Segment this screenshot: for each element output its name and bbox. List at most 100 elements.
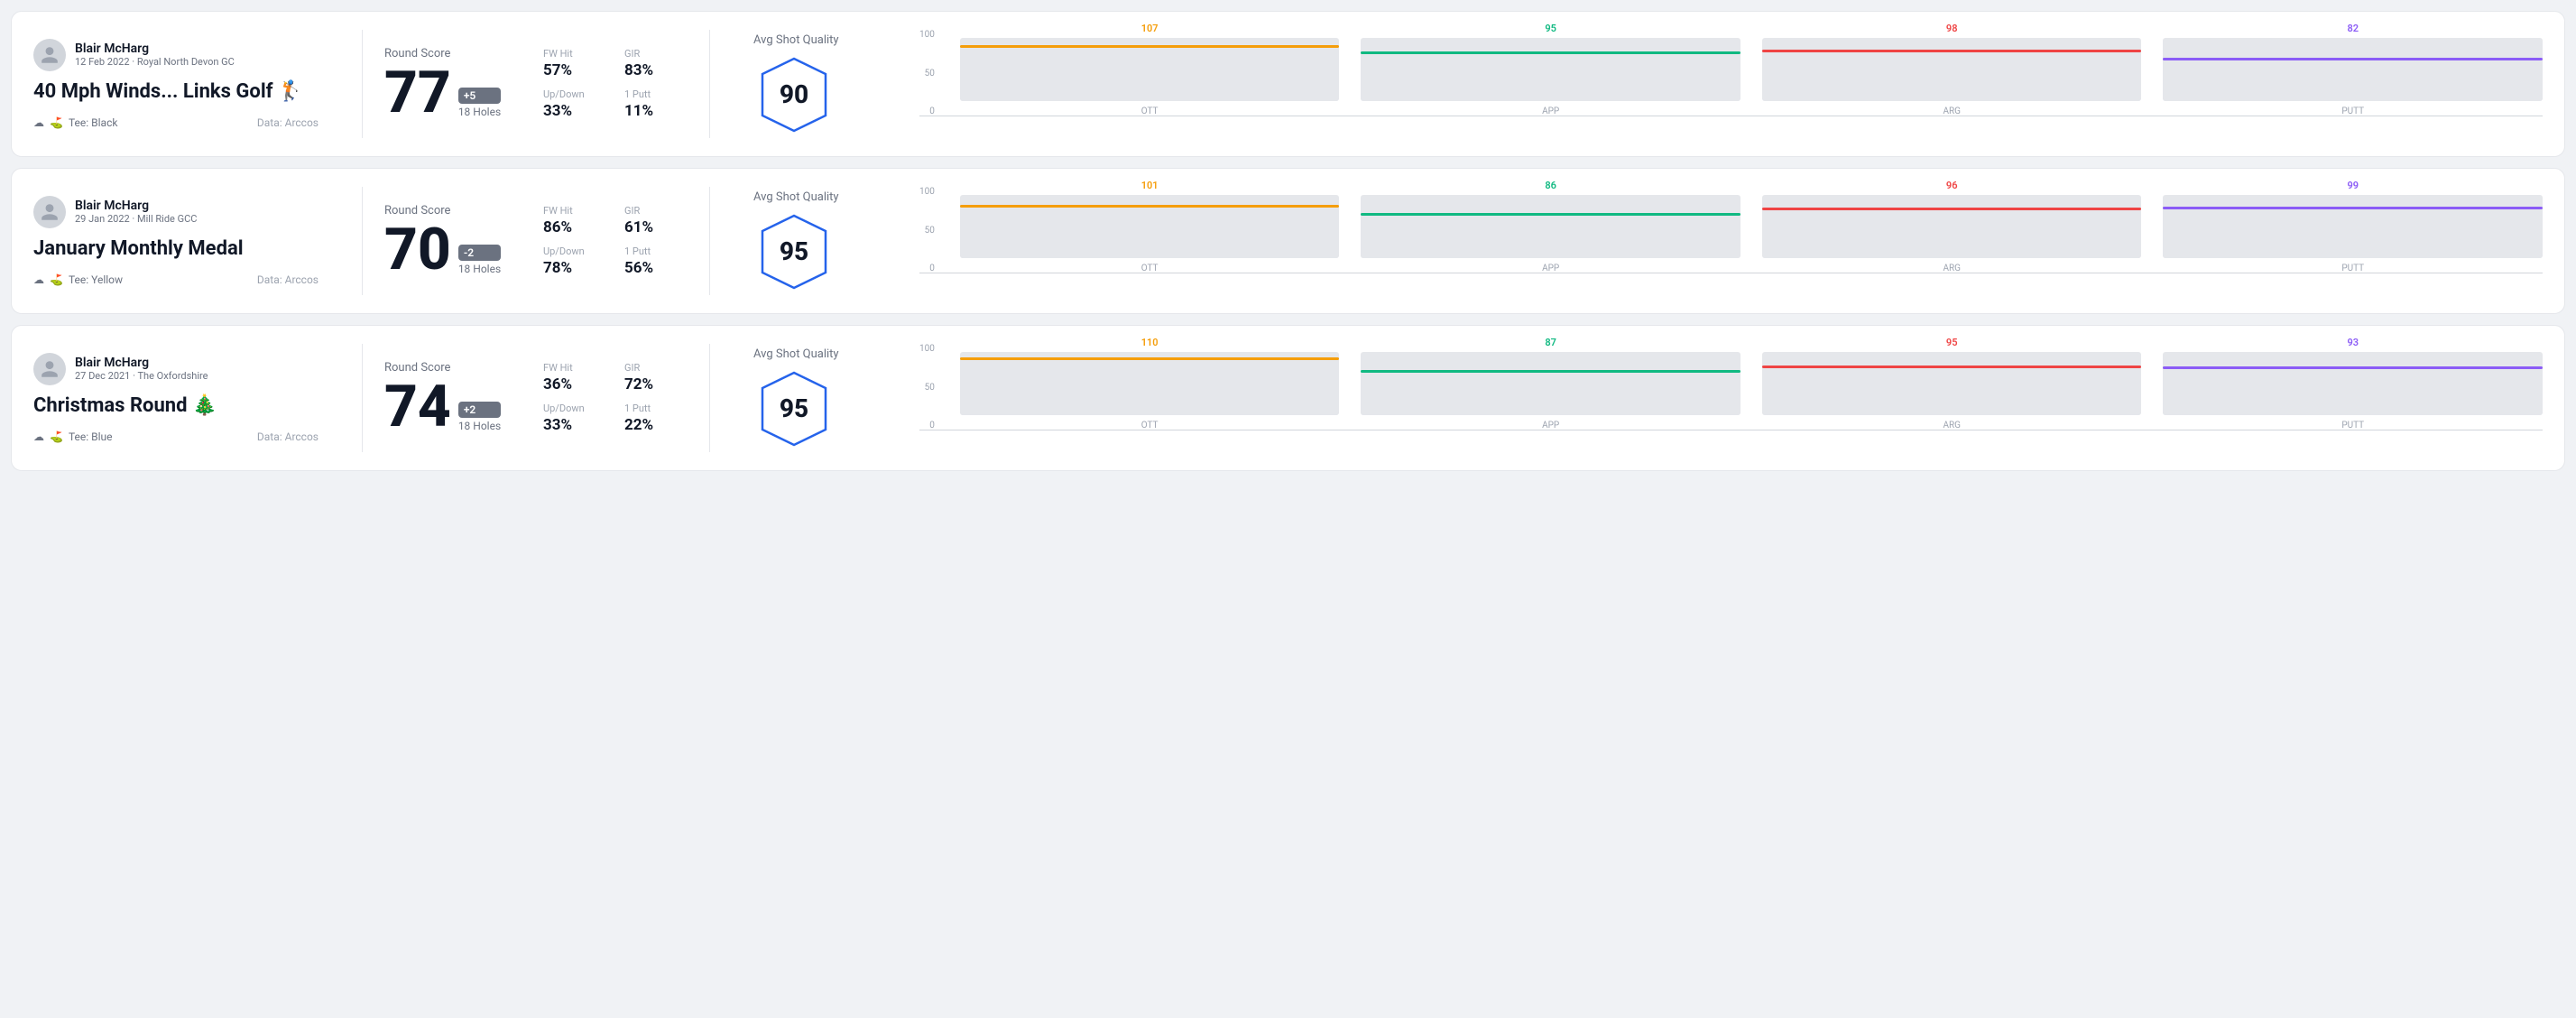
score-badge: -2 <box>458 245 501 261</box>
user-details: Blair McHarg 27 Dec 2021 · The Oxfordshi… <box>75 356 208 382</box>
round-title: Christmas Round 🎄 <box>33 394 319 418</box>
quality-label: Avg Shot Quality <box>753 190 839 204</box>
bar-chart: 100 50 0 101 OTT 86 APP 96 ARG 99 <box>919 187 2543 295</box>
data-source: Data: Arccos <box>257 273 319 286</box>
stats-grid: FW Hit 86% GIR 61% Up/Down 78% 1 Putt 56… <box>543 205 688 277</box>
bar-indicator <box>1361 370 1740 373</box>
fw-hit-value: 86% <box>543 218 606 236</box>
bar-value-label: 95 <box>1545 23 1556 34</box>
bar-group: 82 PUTT <box>2163 23 2543 116</box>
round-card: Blair McHarg 12 Feb 2022 · Royal North D… <box>11 11 2565 157</box>
user-name: Blair McHarg <box>75 356 208 370</box>
holes-label: 18 Holes <box>458 420 501 432</box>
one-putt-stat: 1 Putt 56% <box>624 245 688 277</box>
up-down-label: Up/Down <box>543 245 606 257</box>
score-badge-column: -2 18 Holes <box>458 245 501 279</box>
up-down-stat: Up/Down 33% <box>543 88 606 120</box>
chart-section: 100 50 0 110 OTT 87 APP 95 ARG 93 <box>919 344 2543 452</box>
stats-section: FW Hit 36% GIR 72% Up/Down 33% 1 Putt 22… <box>543 362 688 434</box>
cloud-icon: ☁ <box>33 430 44 443</box>
data-source: Data: Arccos <box>257 116 319 129</box>
gir-value: 83% <box>624 61 688 79</box>
bar-indicator <box>2163 366 2543 369</box>
round-title: January Monthly Medal <box>33 237 319 261</box>
data-source: Data: Arccos <box>257 430 319 443</box>
one-putt-label: 1 Putt <box>624 403 688 414</box>
score-section: Round Score 70 -2 18 Holes <box>384 204 529 279</box>
footer-info: ☁ ⛳ Tee: Blue Data: Arccos <box>33 430 319 443</box>
user-name: Blair McHarg <box>75 42 235 56</box>
gir-label: GIR <box>624 362 688 374</box>
user-meta: 12 Feb 2022 · Royal North Devon GC <box>75 56 235 68</box>
score-badge-column: +5 18 Holes <box>458 88 501 122</box>
bar-value-label: 95 <box>1946 337 1958 348</box>
bar-group: 110 OTT <box>960 337 1340 430</box>
bar-value-label: 93 <box>2347 337 2359 348</box>
up-down-value: 33% <box>543 102 606 120</box>
bar-wrapper <box>960 38 1340 101</box>
stats-grid: FW Hit 36% GIR 72% Up/Down 33% 1 Putt 22… <box>543 362 688 434</box>
tee-info: ☁ ⛳ Tee: Black <box>33 116 117 129</box>
gir-stat: GIR 83% <box>624 48 688 79</box>
bar-indicator <box>960 357 1340 360</box>
one-putt-value: 11% <box>624 102 688 120</box>
bar-group: 99 PUTT <box>2163 180 2543 273</box>
gir-label: GIR <box>624 205 688 217</box>
bar-wrapper <box>1762 38 2142 101</box>
bar-group: 93 PUTT <box>2163 337 2543 430</box>
bar-fill <box>1762 50 2142 101</box>
score-section: Round Score 74 +2 18 Holes <box>384 361 529 436</box>
fw-hit-value: 57% <box>543 61 606 79</box>
up-down-label: Up/Down <box>543 88 606 100</box>
quality-score: 90 <box>780 79 808 109</box>
stats-section: FW Hit 86% GIR 61% Up/Down 78% 1 Putt 56… <box>543 205 688 277</box>
cloud-icon: ☁ <box>33 116 44 129</box>
bar-value-label: 82 <box>2347 23 2359 34</box>
bar-group: 107 OTT <box>960 23 1340 116</box>
bar-indicator <box>2163 58 2543 60</box>
score-section: Round Score 77 +5 18 Holes <box>384 47 529 122</box>
bar-value-label: 86 <box>1545 180 1556 191</box>
vertical-divider <box>362 344 363 452</box>
hexagon-container: 90 <box>753 54 835 135</box>
vertical-divider <box>362 30 363 138</box>
y-axis: 100 50 0 <box>919 344 935 430</box>
vertical-divider-2 <box>709 344 710 452</box>
bar-fill <box>960 205 1340 258</box>
score-number: 77 <box>384 64 451 122</box>
bar-fill <box>2163 206 2543 258</box>
up-down-value: 33% <box>543 416 606 434</box>
user-name: Blair McHarg <box>75 199 197 213</box>
bar-indicator <box>1762 50 2142 52</box>
bar-fill <box>1762 366 2142 415</box>
score-main: 77 +5 18 Holes <box>384 64 529 122</box>
one-putt-value: 22% <box>624 416 688 434</box>
bar-group: 87 APP <box>1361 337 1740 430</box>
bar-wrapper <box>2163 38 2543 101</box>
user-details: Blair McHarg 29 Jan 2022 · Mill Ride GCC <box>75 199 197 225</box>
quality-section: Avg Shot Quality 90 <box>753 33 898 135</box>
wind-icon: ⛳ <box>50 273 63 286</box>
bar-wrapper <box>2163 195 2543 258</box>
fw-hit-stat: FW Hit 86% <box>543 205 606 236</box>
gir-label: GIR <box>624 48 688 60</box>
bar-value-label: 96 <box>1946 180 1958 191</box>
tee-info: ☁ ⛳ Tee: Yellow <box>33 273 123 286</box>
fw-hit-label: FW Hit <box>543 48 606 60</box>
avatar <box>33 353 66 385</box>
fw-hit-stat: FW Hit 57% <box>543 48 606 79</box>
bar-value-label: 107 <box>1141 23 1159 34</box>
score-badge-column: +2 18 Holes <box>458 402 501 436</box>
user-info: Blair McHarg 27 Dec 2021 · The Oxfordshi… <box>33 353 319 385</box>
bar-fill <box>1361 369 1740 415</box>
bar-fill <box>1361 51 1740 101</box>
hexagon-container: 95 <box>753 368 835 449</box>
round-left-section: Blair McHarg 27 Dec 2021 · The Oxfordshi… <box>33 353 340 443</box>
round-left-section: Blair McHarg 29 Jan 2022 · Mill Ride GCC… <box>33 196 340 286</box>
footer-info: ☁ ⛳ Tee: Yellow Data: Arccos <box>33 273 319 286</box>
round-card: Blair McHarg 27 Dec 2021 · The Oxfordshi… <box>11 325 2565 471</box>
score-badge: +2 <box>458 402 501 418</box>
quality-section: Avg Shot Quality 95 <box>753 190 898 292</box>
round-card: Blair McHarg 29 Jan 2022 · Mill Ride GCC… <box>11 168 2565 314</box>
bar-chart: 100 50 0 107 OTT 95 APP 98 ARG 82 <box>919 30 2543 138</box>
